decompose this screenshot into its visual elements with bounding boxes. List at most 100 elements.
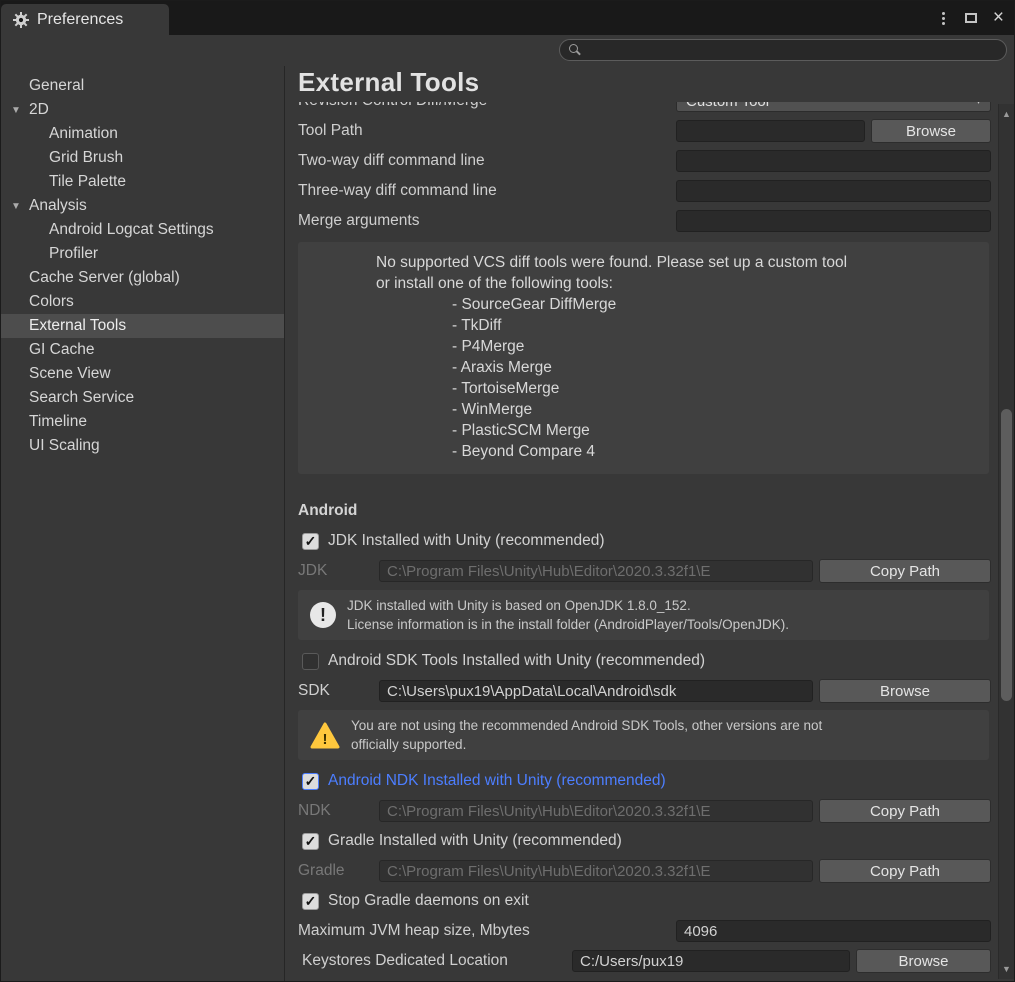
toolbar	[1, 35, 1014, 66]
preferences-tab[interactable]: Preferences	[1, 4, 169, 35]
sdk-warning-line: You are not using the recommended Androi…	[351, 716, 822, 735]
vcs-tool-item: - PlasticSCM Merge	[376, 420, 975, 441]
window-title: Preferences	[37, 11, 123, 29]
titlebar: Preferences ×	[1, 1, 1014, 35]
ndk-path-row: NDK Copy Path	[286, 796, 997, 826]
gear-icon	[13, 12, 29, 28]
three-way-diff-label: Three-way diff command line	[298, 182, 676, 200]
sidebar-item-scene-view[interactable]: Scene View	[1, 362, 284, 386]
foldout-expanded-icon[interactable]: ▼	[11, 195, 25, 219]
sdk-path-label: SDK	[298, 682, 379, 700]
vcs-help-box: No supported VCS diff tools were found. …	[298, 242, 989, 474]
revision-control-label: Revision Control Diff/Merge	[298, 102, 676, 110]
jdk-info-box: ! JDK installed with Unity is based on O…	[298, 590, 989, 640]
keystores-browse-button[interactable]: Browse	[856, 949, 991, 973]
revision-control-dropdown[interactable]: Custom Tool ▾	[676, 102, 991, 112]
android-section-title: Android	[286, 474, 997, 526]
jvm-heap-label: Maximum JVM heap size, Mbytes	[298, 922, 676, 940]
sdk-path-input[interactable]	[379, 680, 813, 702]
maximize-icon[interactable]	[965, 13, 977, 23]
vcs-tool-item: - Beyond Compare 4	[376, 441, 975, 462]
vcs-tool-item: - TortoiseMerge	[376, 378, 975, 399]
keystores-row: Keystores Dedicated Location Browse	[286, 946, 997, 976]
jdk-checkbox[interactable]: ✓	[302, 533, 319, 550]
sdk-toggle-label: Android SDK Tools Installed with Unity (…	[328, 652, 705, 670]
gradle-toggle-label: Gradle Installed with Unity (recommended…	[328, 832, 622, 850]
merge-arguments-label: Merge arguments	[298, 212, 676, 230]
ndk-checkbox[interactable]: ✓	[302, 773, 319, 790]
scroll-content: Revision Control Diff/Merge Custom Tool …	[286, 102, 997, 981]
sidebar: General ▼2D Animation Grid Brush Tile Pa…	[1, 66, 285, 981]
ndk-toggle-row: ✓ Android NDK Installed with Unity (reco…	[286, 766, 997, 796]
vcs-help-line: or install one of the following tools:	[376, 273, 975, 294]
scroll-up-icon[interactable]: ▲	[999, 109, 1014, 119]
sdk-warning-line: officially supported.	[351, 735, 822, 754]
gradle-path-input	[379, 860, 813, 882]
vertical-scrollbar[interactable]: ▲ ▼	[998, 104, 1014, 979]
stop-gradle-toggle-label: Stop Gradle daemons on exit	[328, 892, 529, 910]
jvm-heap-row: Maximum JVM heap size, Mbytes	[286, 916, 997, 946]
ndk-path-label: NDK	[298, 802, 379, 820]
jdk-info-line: License information is in the install fo…	[347, 615, 789, 634]
jdk-toggle-row: ✓ JDK Installed with Unity (recommended)	[286, 526, 997, 556]
sidebar-item-android-logcat-settings[interactable]: Android Logcat Settings	[1, 218, 284, 242]
gradle-checkbox[interactable]: ✓	[302, 833, 319, 850]
sidebar-item-grid-brush[interactable]: Grid Brush	[1, 146, 284, 170]
vcs-tool-item: - Araxis Merge	[376, 357, 975, 378]
two-way-diff-label: Two-way diff command line	[298, 152, 676, 170]
sidebar-item-cache-server[interactable]: Cache Server (global)	[1, 266, 284, 290]
sidebar-item-ui-scaling[interactable]: UI Scaling	[1, 434, 284, 458]
jvm-heap-input[interactable]	[676, 920, 991, 942]
merge-arguments-input[interactable]	[676, 210, 991, 232]
vcs-tool-item: - WinMerge	[376, 399, 975, 420]
sidebar-item-2d[interactable]: ▼2D	[1, 98, 284, 122]
sdk-path-row: SDK Browse	[286, 676, 997, 706]
tool-path-row: Tool Path Browse	[286, 116, 997, 146]
sidebar-item-timeline[interactable]: Timeline	[1, 410, 284, 434]
jdk-toggle-label: JDK Installed with Unity (recommended)	[328, 532, 605, 550]
keystores-input[interactable]	[572, 950, 850, 972]
sidebar-item-tile-palette[interactable]: Tile Palette	[1, 170, 284, 194]
window-menu-icon[interactable]	[938, 8, 949, 29]
tool-path-label: Tool Path	[298, 122, 676, 140]
sidebar-item-external-tools[interactable]: External Tools	[1, 314, 284, 338]
sdk-checkbox[interactable]	[302, 653, 319, 670]
sidebar-item-analysis[interactable]: ▼Analysis	[1, 194, 284, 218]
sidebar-item-profiler[interactable]: Profiler	[1, 242, 284, 266]
jdk-info-line: JDK installed with Unity is based on Ope…	[347, 596, 789, 615]
chevron-down-icon: ▾	[976, 102, 981, 107]
scrollbar-thumb[interactable]	[1001, 409, 1012, 701]
vcs-tool-item: - P4Merge	[376, 336, 975, 357]
check-icon: ✓	[303, 834, 318, 849]
sidebar-item-animation[interactable]: Animation	[1, 122, 284, 146]
tool-path-input[interactable]	[676, 120, 865, 142]
preferences-window: Preferences × General ▼2D Animation Grid…	[0, 0, 1015, 982]
warning-exclamation: !	[323, 731, 328, 748]
stop-gradle-checkbox[interactable]: ✓	[302, 893, 319, 910]
ndk-path-input	[379, 800, 813, 822]
revision-control-row-clipped: Revision Control Diff/Merge Custom Tool …	[286, 102, 997, 116]
gradle-copy-path-button[interactable]: Copy Path	[819, 859, 991, 883]
jdk-copy-path-button[interactable]: Copy Path	[819, 559, 991, 583]
sidebar-item-label: 2D	[29, 101, 49, 118]
sidebar-item-colors[interactable]: Colors	[1, 290, 284, 314]
close-icon[interactable]: ×	[993, 9, 1004, 27]
three-way-diff-input[interactable]	[676, 180, 991, 202]
sdk-browse-button[interactable]: Browse	[819, 679, 991, 703]
search-icon	[569, 44, 581, 56]
gradle-path-row: Gradle Copy Path	[286, 856, 997, 886]
search-input[interactable]	[588, 42, 997, 58]
tool-path-browse-button[interactable]: Browse	[871, 119, 991, 143]
vcs-help-line: No supported VCS diff tools were found. …	[376, 252, 975, 273]
scroll-down-icon[interactable]: ▼	[999, 964, 1014, 974]
sidebar-item-gi-cache[interactable]: GI Cache	[1, 338, 284, 362]
vcs-tool-item: - TkDiff	[376, 315, 975, 336]
two-way-diff-input[interactable]	[676, 150, 991, 172]
gradle-toggle-row: ✓ Gradle Installed with Unity (recommend…	[286, 826, 997, 856]
ndk-copy-path-button[interactable]: Copy Path	[819, 799, 991, 823]
search-box[interactable]	[559, 39, 1007, 61]
sidebar-item-general[interactable]: General	[1, 74, 284, 98]
sidebar-item-search-service[interactable]: Search Service	[1, 386, 284, 410]
foldout-expanded-icon[interactable]: ▼	[11, 99, 25, 123]
warning-icon: !	[310, 722, 340, 749]
